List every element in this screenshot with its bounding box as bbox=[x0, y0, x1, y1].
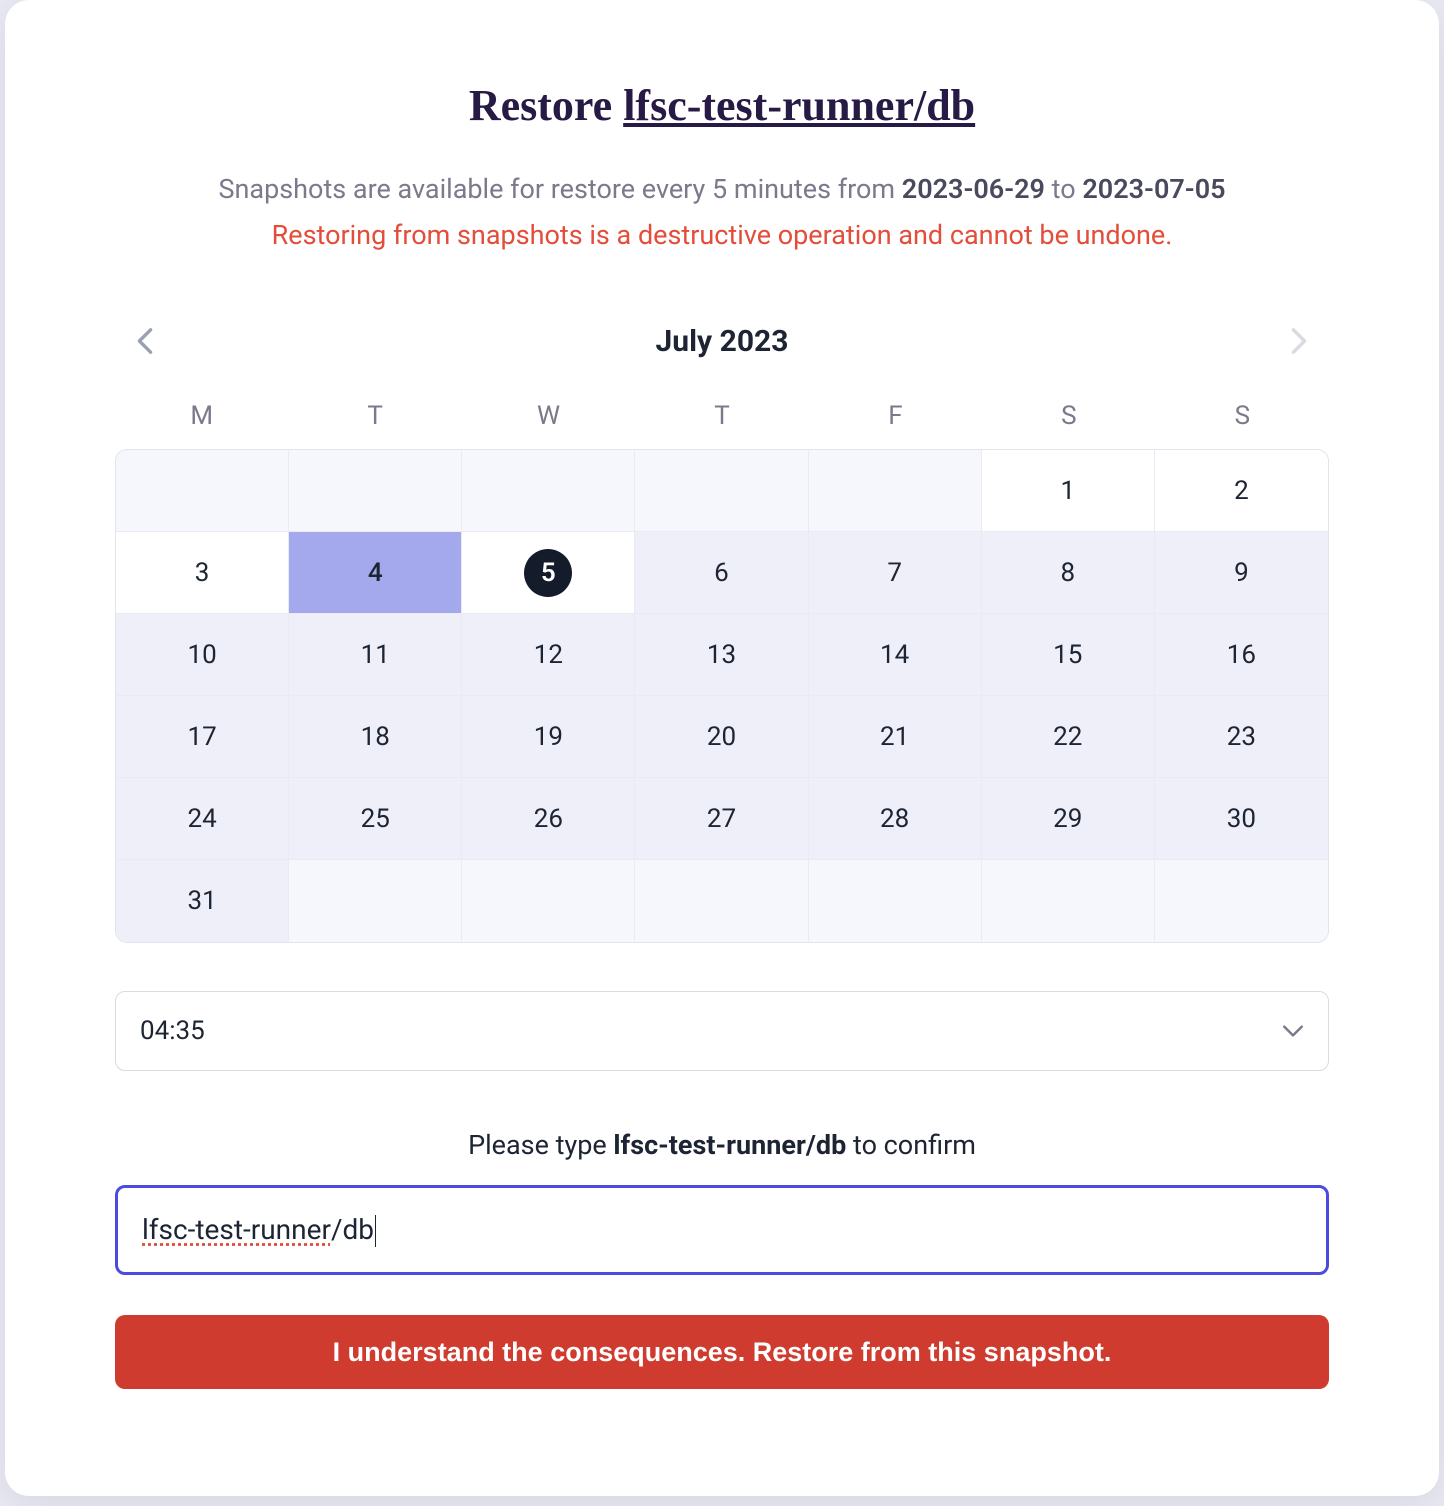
availability-mid: to bbox=[1045, 173, 1082, 205]
confirm-input[interactable]: lfsc-test-runner/db bbox=[115, 1185, 1329, 1275]
calendar-day: 21 bbox=[809, 696, 982, 778]
confirm-typed-underlined: lfsc-test-runner bbox=[142, 1213, 331, 1246]
confirm-target: lfsc-test-runner/db bbox=[613, 1129, 846, 1161]
calendar-day: 8 bbox=[982, 532, 1155, 614]
chevron-right-icon bbox=[1290, 327, 1308, 355]
dow-cell: M bbox=[115, 401, 288, 431]
calendar-day: 11 bbox=[289, 614, 462, 696]
calendar-day: 28 bbox=[809, 778, 982, 860]
dow-cell: S bbox=[1156, 401, 1329, 431]
availability-pre: Snapshots are available for restore ever… bbox=[218, 173, 901, 205]
dow-cell: W bbox=[462, 401, 635, 431]
calendar-day: 23 bbox=[1155, 696, 1328, 778]
dow-cell: T bbox=[635, 401, 808, 431]
restore-dialog: Restore lfsc-test-runner/db Snapshots ar… bbox=[5, 0, 1439, 1496]
restore-button[interactable]: I understand the consequences. Restore f… bbox=[115, 1315, 1329, 1389]
calendar-day: 31 bbox=[116, 860, 289, 942]
dow-cell: T bbox=[288, 401, 461, 431]
calendar-day: 19 bbox=[462, 696, 635, 778]
confirm-post: to confirm bbox=[846, 1129, 976, 1161]
date-from: 2023-06-29 bbox=[902, 173, 1045, 205]
title-prefix: Restore bbox=[469, 81, 623, 130]
calendar-day: 14 bbox=[809, 614, 982, 696]
calendar-cell-blank bbox=[289, 860, 462, 942]
time-select[interactable]: 04:35 bbox=[115, 991, 1329, 1071]
confirm-pre: Please type bbox=[468, 1129, 613, 1161]
time-value: 04:35 bbox=[140, 1016, 205, 1046]
calendar-cell-blank bbox=[982, 860, 1155, 942]
calendar-day: 26 bbox=[462, 778, 635, 860]
chevron-left-icon bbox=[136, 327, 154, 355]
confirm-typed-rest: /db bbox=[331, 1213, 374, 1246]
calendar-day: 30 bbox=[1155, 778, 1328, 860]
chevron-down-icon bbox=[1282, 1020, 1304, 1042]
calendar-day: 18 bbox=[289, 696, 462, 778]
calendar-day[interactable]: 2 bbox=[1155, 450, 1328, 532]
calendar-cell-blank bbox=[635, 860, 808, 942]
dow-cell: F bbox=[809, 401, 982, 431]
calendar-day[interactable]: 4 bbox=[289, 532, 462, 614]
calendar-cell-blank bbox=[809, 860, 982, 942]
availability-text: Snapshots are available for restore ever… bbox=[115, 173, 1329, 205]
prev-month-button[interactable] bbox=[125, 321, 165, 361]
next-month-button bbox=[1279, 321, 1319, 361]
calendar-day[interactable]: 1 bbox=[982, 450, 1155, 532]
today-marker: 5 bbox=[524, 549, 572, 597]
dialog-title: Restore lfsc-test-runner/db bbox=[115, 80, 1329, 131]
calendar-day: 27 bbox=[635, 778, 808, 860]
calendar-day[interactable]: 5 bbox=[462, 532, 635, 614]
calendar-day: 13 bbox=[635, 614, 808, 696]
calendar-day: 17 bbox=[116, 696, 289, 778]
calendar-day: 12 bbox=[462, 614, 635, 696]
calendar-cell-blank bbox=[116, 450, 289, 532]
warning-text: Restoring from snapshots is a destructiv… bbox=[115, 219, 1329, 251]
calendar-grid: 1234567891011121314151617181920212223242… bbox=[115, 449, 1329, 943]
title-target: lfsc-test-runner/db bbox=[623, 81, 975, 130]
text-caret bbox=[375, 1215, 376, 1247]
confirm-label: Please type lfsc-test-runner/db to confi… bbox=[115, 1129, 1329, 1161]
calendar-cell-blank bbox=[462, 860, 635, 942]
calendar-day: 6 bbox=[635, 532, 808, 614]
calendar-cell-blank bbox=[289, 450, 462, 532]
calendar-day[interactable]: 3 bbox=[116, 532, 289, 614]
calendar-day: 22 bbox=[982, 696, 1155, 778]
calendar-day: 9 bbox=[1155, 532, 1328, 614]
day-of-week-header: M T W T F S S bbox=[115, 401, 1329, 431]
calendar-day: 15 bbox=[982, 614, 1155, 696]
calendar-cell-blank bbox=[635, 450, 808, 532]
date-to: 2023-07-05 bbox=[1082, 173, 1225, 205]
calendar-day: 29 bbox=[982, 778, 1155, 860]
calendar-day: 10 bbox=[116, 614, 289, 696]
calendar-cell-blank bbox=[462, 450, 635, 532]
dow-cell: S bbox=[982, 401, 1155, 431]
calendar-day: 24 bbox=[116, 778, 289, 860]
calendar-cell-blank bbox=[1155, 860, 1328, 942]
calendar-nav: July 2023 bbox=[115, 321, 1329, 361]
calendar-day: 25 bbox=[289, 778, 462, 860]
calendar-cell-blank bbox=[809, 450, 982, 532]
calendar-day: 7 bbox=[809, 532, 982, 614]
month-label: July 2023 bbox=[656, 324, 789, 359]
calendar-day: 20 bbox=[635, 696, 808, 778]
calendar-day: 16 bbox=[1155, 614, 1328, 696]
